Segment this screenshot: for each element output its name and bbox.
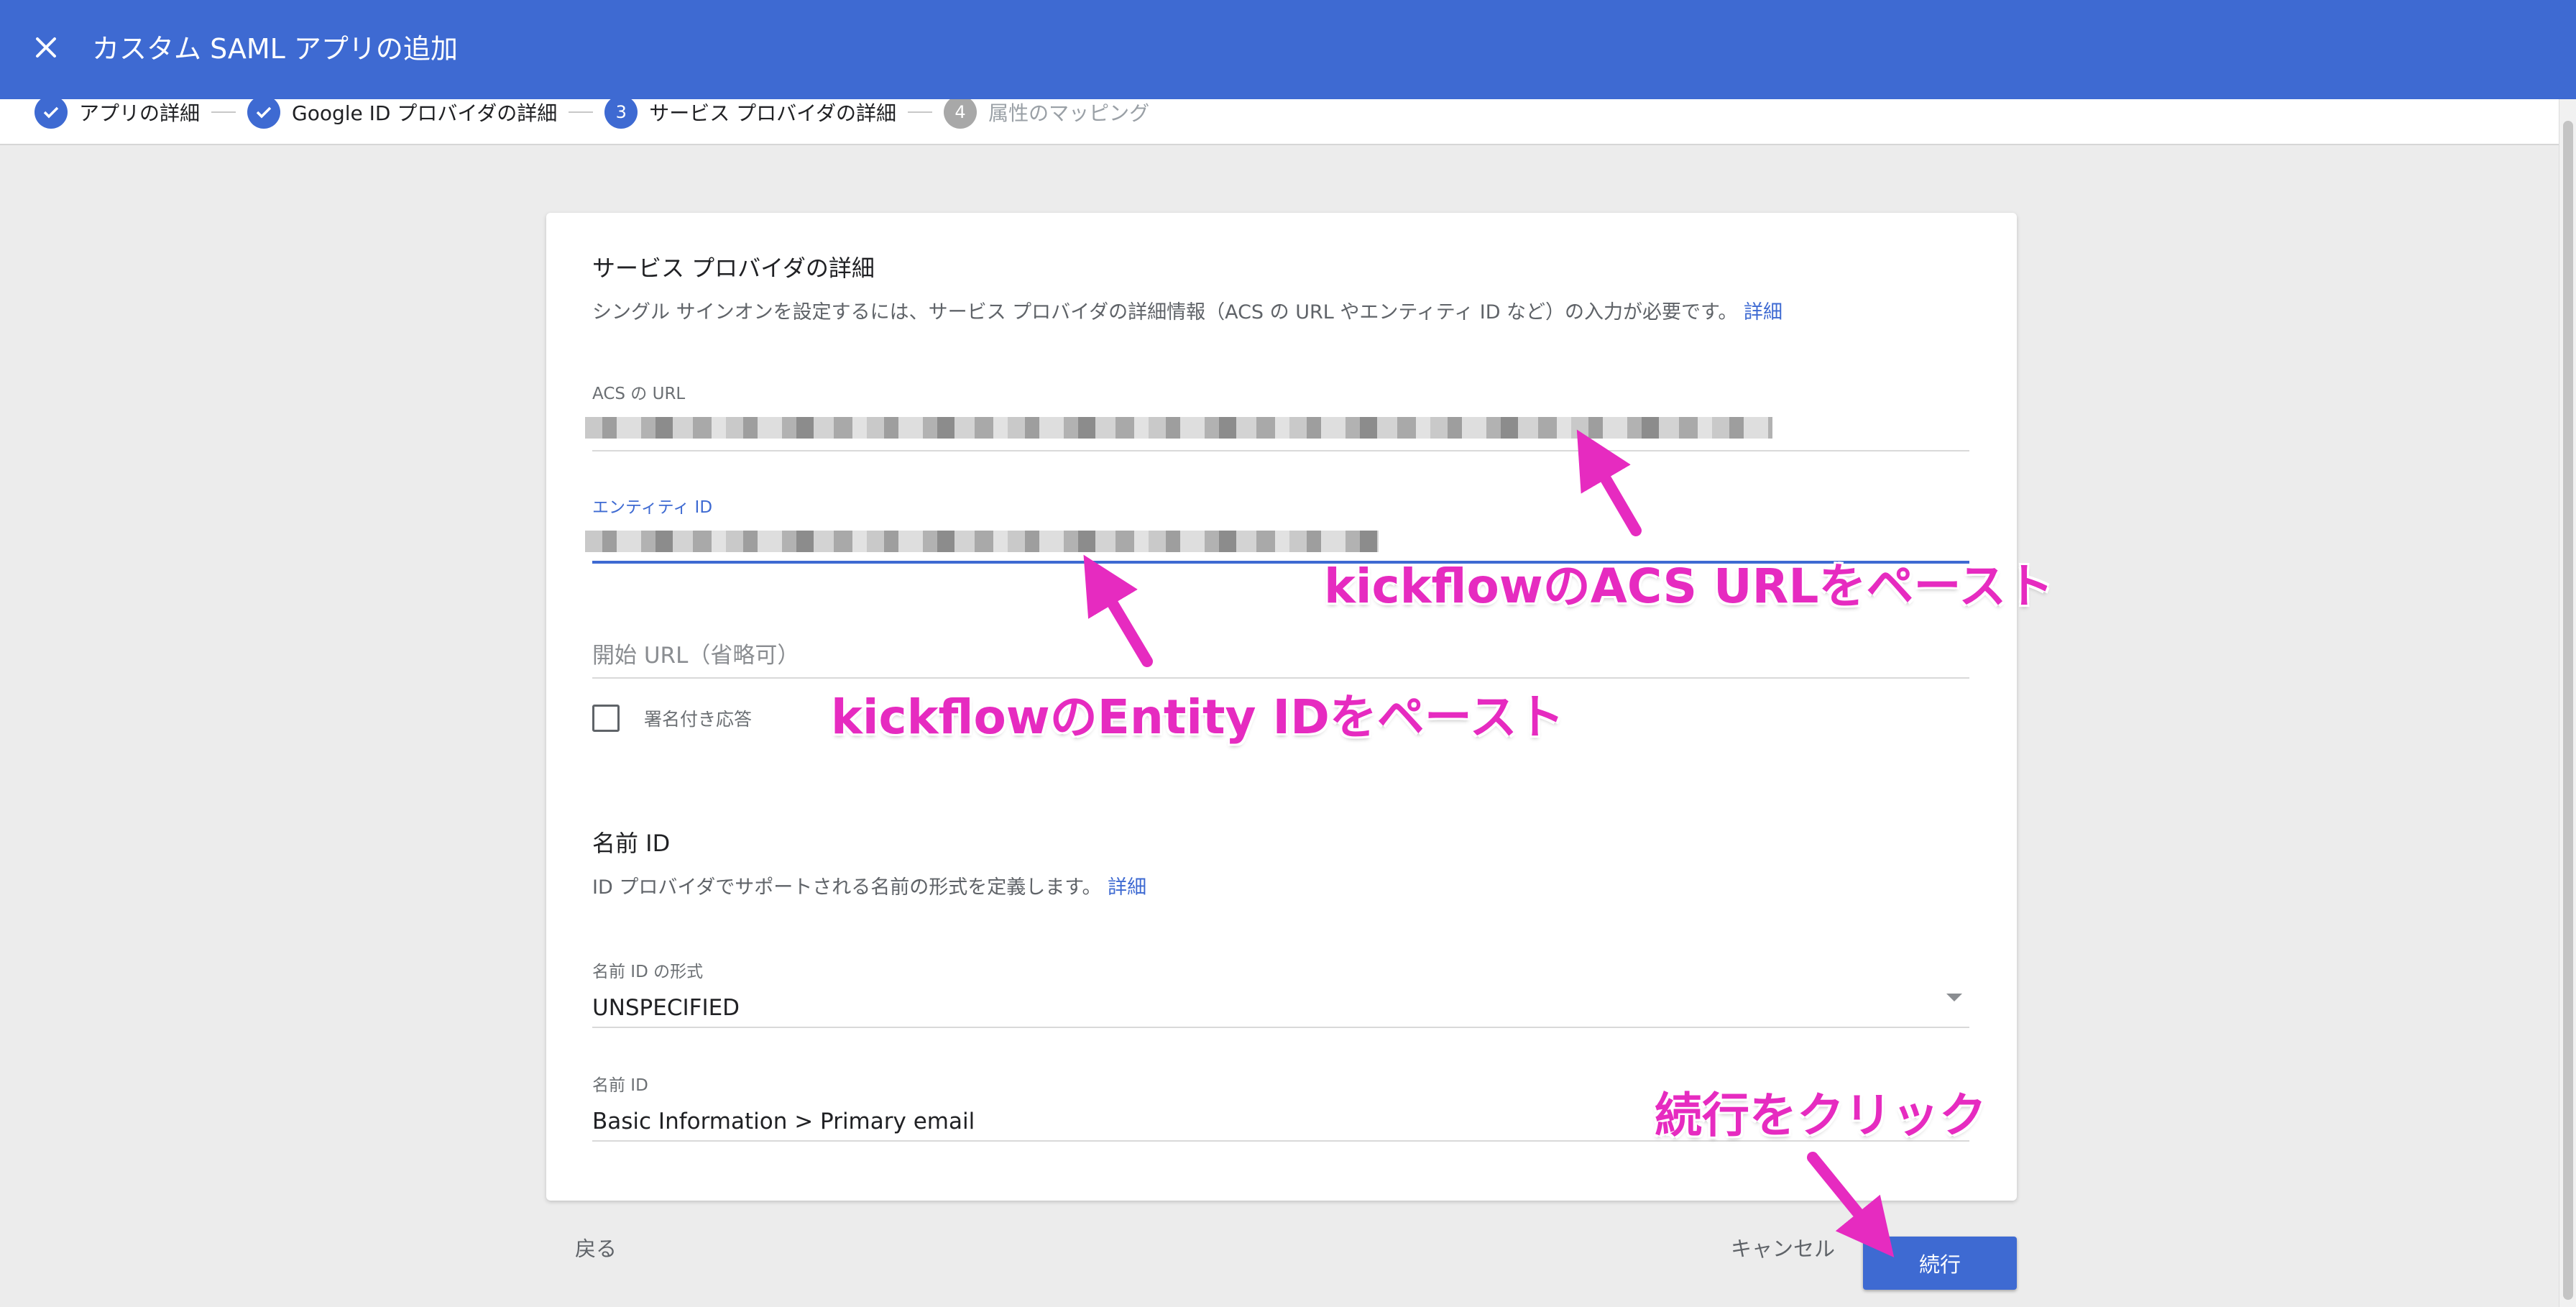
- selected-value: UNSPECIFIED: [592, 995, 740, 1021]
- cancel-button[interactable]: キャンセル: [1731, 1232, 1835, 1262]
- details-link[interactable]: 詳細: [1744, 301, 1782, 324]
- back-button[interactable]: 戻る: [575, 1232, 617, 1262]
- step-sp-details[interactable]: 3 サービス プロバイダの詳細: [604, 99, 896, 129]
- scrollbar-thumb[interactable]: [2563, 121, 2573, 1300]
- field-label: 名前 ID: [592, 1076, 648, 1095]
- field-underline: [592, 1027, 1969, 1028]
- description-text: ID プロバイダでサポートされる名前の形式を定義します。: [592, 876, 1102, 899]
- step-label: Google ID プロバイダの詳細: [292, 101, 558, 125]
- section-description: ID プロバイダでサポートされる名前の形式を定義します。 詳細: [592, 871, 1146, 899]
- field-underline: [592, 450, 1969, 451]
- details-link[interactable]: 詳細: [1108, 876, 1146, 899]
- step-idp-details[interactable]: Google ID プロバイダの詳細: [247, 99, 557, 129]
- page-title: カスタム SAML アプリの追加: [92, 33, 458, 65]
- step-label: サービス プロバイダの詳細: [649, 101, 897, 125]
- step-label: アプリの詳細: [79, 101, 201, 125]
- scrollbar[interactable]: [2559, 99, 2576, 1307]
- name-id-format-select[interactable]: 名前 ID の形式 UNSPECIFIED: [592, 958, 1969, 1028]
- step-number: 4: [944, 99, 978, 129]
- field-label: エンティティ ID: [592, 498, 713, 517]
- close-icon: [36, 37, 56, 58]
- annotation-entity: kickflowのEntity IDをペースト: [831, 689, 1565, 745]
- step-separator: [569, 111, 594, 113]
- dropdown-arrow-icon: [1946, 994, 1962, 1001]
- step-app-details[interactable]: アプリの詳細: [34, 99, 200, 129]
- redacted-value: [585, 531, 1379, 552]
- step-attribute-mapping: 4 属性のマッピング: [944, 99, 1149, 129]
- step-number: 3: [604, 99, 638, 129]
- section-title-service-provider: サービス プロバイダの詳細: [592, 254, 875, 282]
- step-separator: [908, 111, 933, 113]
- annotation-acs: kickflowのACS URLをペースト: [1324, 559, 2054, 614]
- continue-button[interactable]: 続行: [1863, 1237, 2017, 1290]
- section-description: シングル サインオンを設定するには、サービス プロバイダの詳細情報（ACS の …: [592, 296, 1782, 324]
- acs-url-field[interactable]: ACS の URL: [585, 380, 1969, 451]
- checkbox-label: 署名付き応答: [644, 709, 753, 730]
- checkbox[interactable]: [592, 705, 620, 732]
- placeholder-text: 開始 URL（省略可）: [592, 643, 800, 669]
- app-header: カスタム SAML アプリの追加: [0, 0, 2576, 99]
- field-value: Basic Information > Primary email: [592, 1109, 975, 1134]
- description-text: シングル サインオンを設定するには、サービス プロバイダの詳細情報（ACS の …: [592, 301, 1738, 324]
- close-button[interactable]: [27, 29, 65, 66]
- check-icon: [34, 99, 68, 129]
- redacted-value: [585, 417, 1772, 439]
- field-label: 名前 ID の形式: [592, 963, 704, 981]
- check-icon: [247, 99, 281, 129]
- annotation-continue: 続行をクリック: [1655, 1088, 1987, 1143]
- section-title-name-id: 名前 ID: [592, 830, 671, 857]
- step-separator: [211, 111, 236, 113]
- field-label: ACS の URL: [592, 385, 686, 403]
- stepper: アプリの詳細 Google ID プロバイダの詳細 3 サービス プロバイダの詳…: [0, 99, 2559, 145]
- step-label: 属性のマッピング: [988, 101, 1150, 125]
- signed-response-checkbox[interactable]: 署名付き応答: [592, 705, 752, 732]
